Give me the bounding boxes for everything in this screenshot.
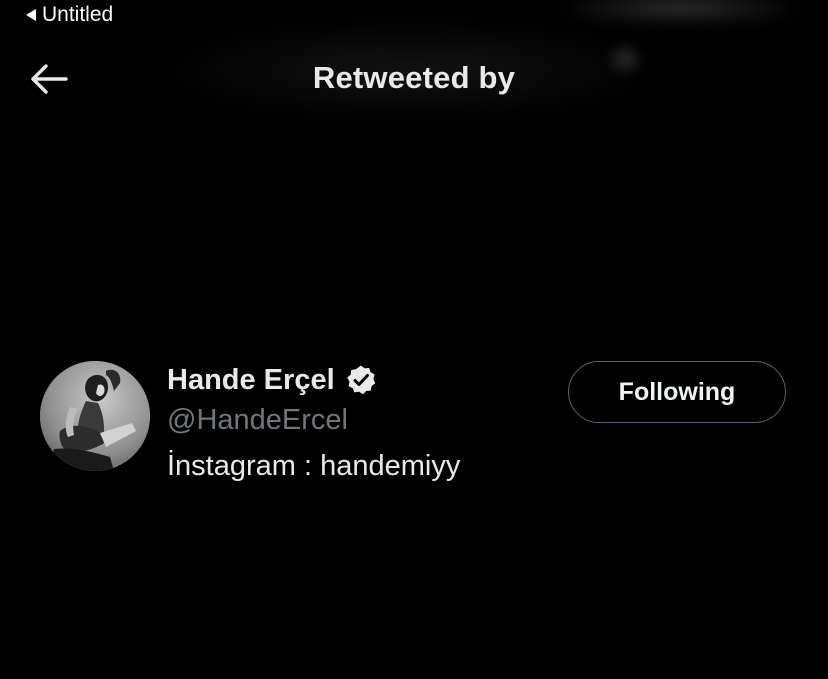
back-triangle-icon: [26, 9, 36, 21]
avatar[interactable]: [40, 361, 150, 471]
user-info: Hande Erçel @HandeErcel İnstagram : hand…: [167, 360, 460, 486]
user-handle[interactable]: @HandeErcel: [167, 400, 460, 440]
user-display-name[interactable]: Hande Erçel: [167, 364, 335, 397]
following-button[interactable]: Following: [568, 361, 786, 423]
status-bar-back-link[interactable]: Untitled: [26, 2, 113, 28]
retweeted-by-screen: Untitled Retweeted by Hande Erçel @Hande…: [0, 0, 828, 679]
user-bio: İnstagram : handemiyy: [167, 450, 461, 482]
status-bar-back-label: Untitled: [42, 3, 114, 26]
verified-badge-icon: [345, 364, 377, 396]
name-line: Hande Erçel: [167, 360, 460, 400]
top-app-bar: Retweeted by: [0, 48, 828, 110]
user-list-item[interactable]: Hande Erçel @HandeErcel İnstagram : hand…: [0, 356, 828, 486]
background-blur-highlight: [560, 0, 800, 26]
page-title: Retweeted by: [312, 60, 516, 95]
